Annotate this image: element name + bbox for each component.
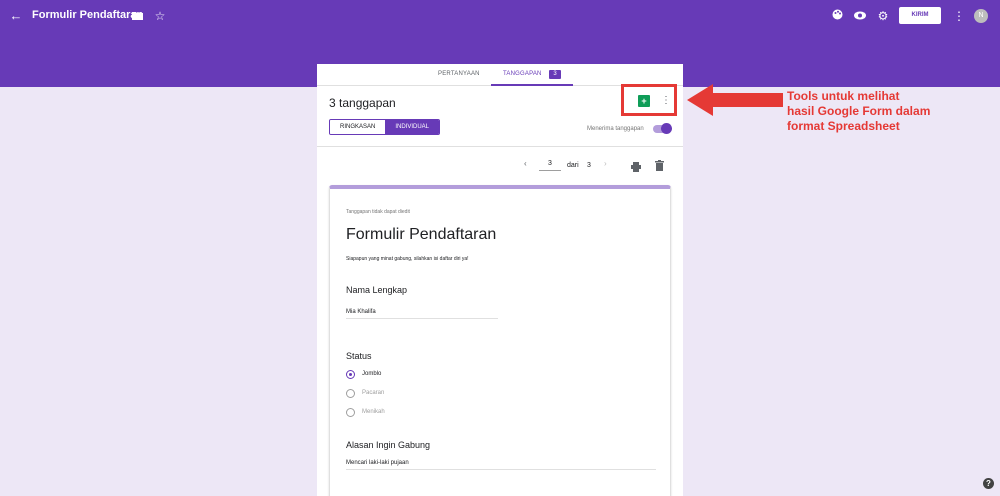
answer-reason: Mencari laki-laki pujaan [346, 460, 656, 470]
radio-label: Menikah [362, 409, 385, 415]
not-editable-note: Tanggapan tidak dapat diedit [346, 209, 410, 215]
chevron-left-icon[interactable]: ‹ [524, 159, 527, 168]
palette-icon[interactable] [829, 7, 845, 25]
response-card: Tanggapan tidak dapat diedit Formulir Pe… [329, 185, 671, 496]
annotation-arrow [687, 84, 783, 116]
summary-button[interactable]: RINGKASAN [330, 120, 386, 134]
more-vert-icon[interactable]: ⋮ [951, 7, 967, 25]
preview-eye-icon[interactable] [852, 7, 868, 25]
radio-label: Pacaran [362, 390, 385, 396]
send-button[interactable]: KIRIM [899, 7, 941, 24]
delete-icon[interactable] [655, 158, 664, 171]
tab-responses[interactable]: TANGGAPAN [503, 71, 542, 77]
highlight-box [621, 84, 677, 116]
annotation-line: format Spreadsheet [787, 119, 900, 133]
radio-label: Jomblo [362, 371, 382, 377]
toggle-knob[interactable] [661, 123, 672, 134]
form-description: Siapapun yang minat gabung, silahkan isi… [346, 256, 469, 262]
responses-count-badge: 3 [549, 70, 561, 79]
form-title-header[interactable]: Formulir Pendaftaran [32, 9, 143, 21]
form-title: Formulir Pendaftaran [346, 226, 497, 243]
pager-total: 3 [587, 162, 591, 169]
radio-button [346, 370, 355, 379]
accepting-responses-label: Menerima tanggapan [587, 126, 644, 132]
view-toggle: RINGKASAN INDIVIDUAL [329, 119, 441, 135]
form-tabs: PERTANYAAN TANGGAPAN 3 [317, 64, 683, 86]
settings-gear-icon[interactable]: ⚙ [875, 7, 891, 25]
pager-of-label: dari [567, 162, 579, 169]
radio-button [346, 389, 355, 398]
folder-icon[interactable] [129, 7, 145, 25]
print-icon[interactable] [631, 159, 641, 172]
annotation-text: Tools untuk melihat hasil Google Form da… [787, 89, 987, 134]
responses-count-title: 3 tanggapan [329, 96, 396, 110]
tab-questions[interactable]: PERTANYAAN [438, 71, 480, 77]
page-number-input[interactable]: 3 [539, 160, 561, 171]
chevron-right-icon[interactable]: › [604, 159, 607, 168]
star-icon[interactable]: ☆ [152, 7, 168, 25]
question-label-status: Status [346, 351, 372, 361]
question-label-reason: Alasan Ingin Gabung [346, 440, 431, 450]
help-icon[interactable]: ? [983, 478, 994, 489]
annotation-line: hasil Google Form dalam [787, 104, 931, 118]
answer-name: Mia Khalifa [346, 309, 498, 319]
active-tab-indicator [491, 84, 573, 86]
responses-panel: PERTANYAAN TANGGAPAN 3 3 tanggapan + ⋮ R… [317, 64, 683, 496]
individual-button[interactable]: INDIVIDUAL [385, 120, 440, 134]
back-arrow-icon[interactable]: ← [8, 7, 24, 25]
divider [317, 146, 683, 147]
radio-button [346, 408, 355, 417]
annotation-line: Tools untuk melihat [787, 89, 900, 103]
question-label-name: Nama Lengkap [346, 285, 408, 295]
avatar[interactable]: N [974, 9, 988, 23]
